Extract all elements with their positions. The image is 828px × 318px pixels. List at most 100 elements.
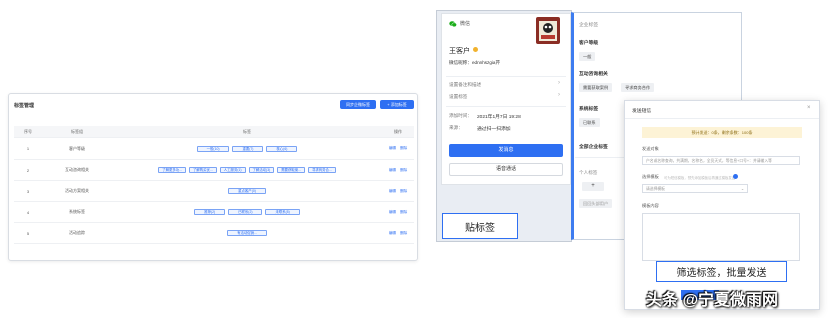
delete-link[interactable]: 删除 [400,210,407,215]
customer-nickname: 微信昵称：ednnhszgia芹 [449,60,501,65]
chevron-right-icon: › [558,92,560,98]
template-hint: 可为短信模板，预先添加模板后再通过模板发送 [664,176,736,180]
row-number: 1 [26,146,30,151]
source-label: 来源： [449,125,463,130]
row-actions: 编辑 删除 [382,181,414,201]
tag-chip[interactable]: 推荐(2) [194,209,226,215]
row-group: 互动咨询相关 [65,167,89,172]
add-time-value: 2021年1月7日 19:28 [477,115,521,120]
delete-link[interactable]: 删除 [400,231,407,236]
col-actions: 操作 [394,128,402,134]
tag-chip[interactable]: 人工服务(1) [219,167,246,173]
selectable-tag[interactable]: 一般 [579,52,596,61]
watermark: 头条 @宁夏微雨网 [646,292,779,309]
row-group: 活动追踪 [69,230,85,235]
row-tags: 有活动促销... [112,223,382,243]
quota-notice: 预计发送：0条，剩余条数：100条 [642,127,802,138]
selectable-tag[interactable]: 需要获取案例 [579,83,613,92]
tag-chip[interactable]: 一般(10) [196,145,230,152]
delete-link[interactable]: 删除 [400,146,407,151]
divider [575,157,625,158]
tag-chip[interactable]: 寻求商务合... [308,167,336,173]
row-tags: 推荐(2) 已联系(2) 未联系(5) [112,202,382,222]
target-input[interactable]: 户名或名称查询，共满期，名称名，全员天式，等信息+口号+：并请输入等 [642,156,800,165]
caption-filter-bulk: 筛选标签，批量发送 [656,261,787,282]
add-tag-button[interactable]: + 添加标签 [380,100,414,109]
contact-source-label: 微信 [460,21,471,27]
col-group: 标签组 [71,128,83,134]
row-number: 4 [26,209,30,215]
template-label: 选择模板 [642,174,659,179]
row-number: 2 [26,167,30,173]
col-no: 序号 [24,128,32,134]
edit-link[interactable]: 编辑 [389,231,396,236]
table-row: 5 活动追踪 有活动促销... 编辑 删除 [14,223,414,244]
delete-link[interactable]: 删除 [400,168,407,173]
template-select-value: 请选择模板 [646,187,665,191]
person-icon [473,47,478,52]
set-tag-row[interactable]: 设置标签 [449,94,467,100]
edit-link[interactable]: 编辑 [389,146,396,151]
edit-link[interactable]: 编辑 [389,189,396,194]
edit-link[interactable]: 编辑 [389,210,396,215]
tag-chip[interactable]: 已联系(2) [228,209,263,215]
message-content-area[interactable] [642,213,800,261]
tag-chip[interactable]: 有活动促销... [227,230,267,236]
tag-chip[interactable]: 未联系(5) [265,209,300,215]
tag-chip[interactable]: 了解更多功... [158,167,186,173]
tag-group-title: 互动咨询相关 [579,72,608,77]
all-tags-label[interactable]: 全部企业标签 [579,143,608,150]
help-icon[interactable] [733,174,738,179]
content-label: 模板内容 [642,203,659,208]
edit-link[interactable]: 编辑 [389,168,396,173]
row-group: 系统标签 [69,209,85,214]
divider [446,76,566,77]
table-row: 3 活动方案相关 重点客户(0) 编辑 删除 [14,181,414,202]
chevron-right-icon: › [558,80,560,86]
table-row: 2 互动咨询相关 了解更多功... 了解购买优... 人工服务(1) 了解活动(3) 需要获… [14,160,414,181]
tag-chip[interactable]: 了解购买优... [189,167,217,173]
tag-chip[interactable]: 重要(7) [232,145,264,152]
personal-tag-chip[interactable]: 回回头部用户 [579,199,613,208]
row-actions: 编辑 删除 [382,223,414,243]
add-personal-tag-button[interactable]: + [582,182,604,191]
row-tags: 了解更多功... 了解购买优... 人工服务(1) 了解活动(3) 需要获取案... 寻求… [112,160,382,180]
add-time-label: 添加时间： [449,113,472,118]
col-tags: 标签 [243,128,251,134]
selectable-tag[interactable]: 寻求商务合作 [621,83,655,92]
divider [625,118,819,119]
tag-group-title: 客户等级 [579,41,599,46]
row-tags: 重点客户(0) [112,181,382,201]
delete-link[interactable]: 删除 [400,189,407,194]
divider [446,106,566,107]
send-message-button[interactable]: 发消息 [449,144,563,157]
template-select[interactable]: 请选择模板 ⌄ [642,184,748,193]
table-row: 1 客户等级 一般(10) 重要(7) 核心(6) 编辑 删除 [14,138,414,160]
tag-chip[interactable]: 核心(6) [266,145,298,152]
tag-group-title: 系统标签 [579,107,599,112]
row-number: 3 [26,188,30,194]
sync-tags-button[interactable]: 同步企微标签 [340,100,376,109]
table-header: 序号 标签组 标签 操作 [14,126,414,138]
add-tag-label: 添加标签 [390,102,407,107]
wechat-icon [449,21,457,28]
tag-chip[interactable]: 了解活动(3) [248,167,275,173]
enterprise-tags-header: 企业标签 [579,23,599,28]
tag-management-panel: 标签管理 同步企微标签 + 添加标签 序号 标签组 标签 操作 1 客户等级 一般(… [8,93,418,261]
selectable-tag[interactable]: 已联系 [579,118,600,127]
row-actions: 编辑 删除 [382,160,414,180]
target-label: 发送对象 [642,146,659,151]
page-title: 标签管理 [14,103,35,109]
table-row: 4 系统标签 推荐(2) 已联系(2) 未联系(5) 编辑 删除 [14,202,414,223]
set-remark-row[interactable]: 设置备注和描述 [449,82,481,88]
dialog-title: 发送短信 [632,109,652,114]
tag-chip[interactable]: 重点客户(0) [228,188,266,194]
close-icon[interactable]: × [807,105,811,111]
source-value: 通过扫一扫添加 [477,127,511,132]
row-actions: 编辑 删除 [382,202,414,222]
caption-tagging: 贴标签 [442,213,518,239]
chevron-down-icon: ⌄ [740,187,744,191]
voice-call-button[interactable]: 语音通话 [449,163,563,176]
row-group: 活动方案相关 [65,188,89,193]
tag-chip[interactable]: 需要获取案... [277,167,305,173]
